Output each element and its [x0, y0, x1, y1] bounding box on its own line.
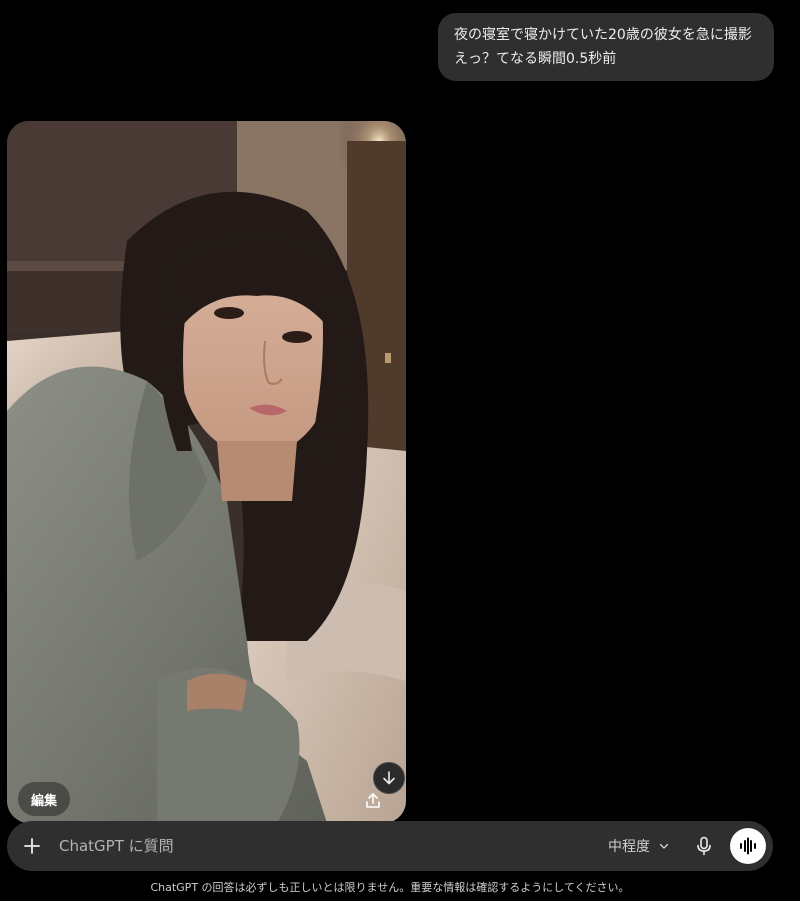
reasoning-effort-select[interactable]: 中程度 — [608, 836, 670, 856]
disclaimer-text: ChatGPT の回答は必ずしも正しいとは限りません。重要な情報は確認するように… — [150, 881, 630, 894]
user-message-bubble: 夜の寝室で寝かけていた20歳の彼女を急に撮影 えっ？てなる瞬間0.5秒前 — [438, 13, 774, 81]
voice-mode-icon — [740, 837, 756, 855]
reasoning-effort-label: 中程度 — [608, 839, 650, 855]
chat-input[interactable] — [57, 830, 608, 862]
composer: 中程度 — [7, 821, 773, 871]
voice-mode-button[interactable] — [730, 828, 766, 864]
dictate-button[interactable] — [688, 830, 720, 862]
attach-button[interactable] — [15, 829, 49, 863]
edit-image-button[interactable]: 編集 — [18, 782, 71, 816]
share-icon — [366, 793, 380, 808]
arrow-down-icon — [383, 771, 395, 785]
edit-image-label: 編集 — [31, 793, 58, 809]
user-message-line-2: えっ？てなる瞬間0.5秒前 — [454, 51, 617, 67]
microphone-icon — [697, 836, 711, 856]
generated-image[interactable] — [7, 121, 406, 823]
chat-page: 夜の寝室で寝かけていた20歳の彼女を急に撮影 えっ？てなる瞬間0.5秒前 編集 … — [0, 0, 800, 901]
share-image-button[interactable] — [357, 786, 389, 816]
user-message-line-1: 夜の寝室で寝かけていた20歳の彼女を急に撮影 — [454, 27, 752, 43]
chevron-down-icon — [659, 843, 669, 849]
plus-icon — [24, 838, 40, 854]
